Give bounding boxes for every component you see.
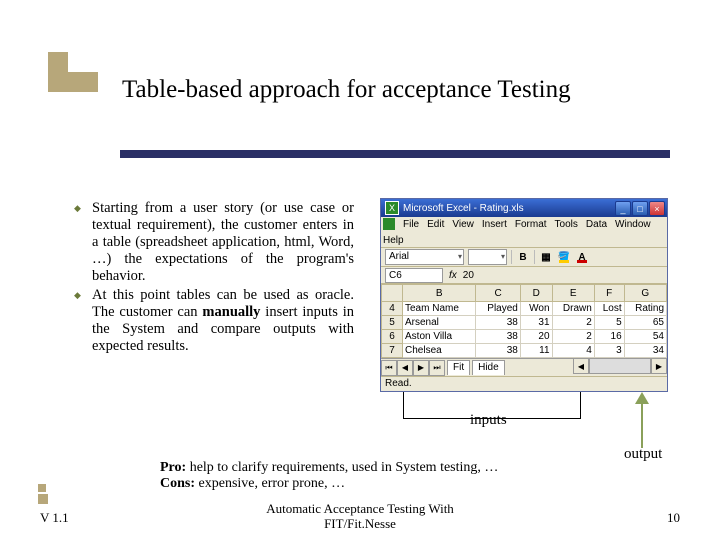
pro-line: Pro: help to clarify requirements, used … (160, 460, 590, 476)
bullet-item: Starting from a user story (or use case … (74, 200, 354, 285)
tab-nav-prev-icon: ◀ (397, 360, 413, 376)
excel-titlebar: X Microsoft Excel - Rating.xls _ □ × (381, 199, 667, 217)
minimize-icon: _ (615, 201, 631, 216)
col-header: D (520, 285, 552, 302)
cell: 65 (624, 316, 666, 330)
name-box: C6 (385, 268, 443, 283)
cons-label: Cons: (160, 476, 195, 491)
sheet-tab: Fit (447, 360, 470, 375)
excel-status-bar: Read. (381, 376, 667, 391)
slide-number: 10 (667, 510, 680, 526)
menu-insert: Insert (482, 219, 507, 230)
cell: 16 (594, 330, 624, 344)
excel-menubar: File Edit View Insert Format Tools Data … (381, 217, 667, 248)
borders-icon: ▦ (539, 252, 553, 263)
bullet-text: At this point tables can be used as orac… (92, 287, 354, 354)
cell: Drawn (552, 302, 594, 316)
font-color-icon: A (575, 250, 589, 264)
cell: Aston Villa (403, 330, 476, 344)
bullet-item: At this point tables can be used as orac… (74, 287, 354, 355)
cell: Played (476, 302, 520, 316)
menu-help: Help (383, 235, 404, 246)
cell: 38 (476, 344, 520, 358)
row-header: 4 (382, 302, 403, 316)
cons-text: expensive, error prone, … (195, 476, 345, 491)
font-size-combo (468, 249, 507, 265)
pro-text: help to clarify requirements, used in Sy… (186, 460, 498, 475)
maximize-icon: □ (632, 201, 648, 216)
cell: 11 (520, 344, 552, 358)
scroll-right-icon: ▶ (651, 359, 667, 374)
close-icon: × (649, 201, 665, 216)
bold-button-icon: B (516, 252, 530, 263)
cell: Lost (594, 302, 624, 316)
menu-format: Format (515, 219, 547, 230)
cell: 2 (552, 330, 594, 344)
cell: Arsenal (403, 316, 476, 330)
excel-grid: B C D E F G 4 Team Name Played Won Drawn… (381, 284, 667, 358)
col-header (382, 285, 403, 302)
scroll-left-icon: ◀ (573, 359, 589, 374)
menu-view: View (452, 219, 474, 230)
excel-app-icon: X (385, 201, 399, 215)
font-combo: Arial (385, 249, 464, 265)
bullet-list: Starting from a user story (or use case … (74, 200, 354, 357)
cell: 34 (624, 344, 666, 358)
excel-formatting-toolbar: Arial B ▦ 🪣 A (381, 248, 667, 267)
excel-window-title: Microsoft Excel - Rating.xls (403, 203, 524, 214)
pro-label: Pro: (160, 460, 186, 475)
cell: 31 (520, 316, 552, 330)
cell: Rating (624, 302, 666, 316)
cons-line: Cons: expensive, error prone, … (160, 476, 590, 492)
output-arrow-icon (635, 392, 649, 448)
cell: 20 (520, 330, 552, 344)
excel-formula-bar: C6 fx 20 (381, 267, 667, 284)
scroll-track (589, 359, 651, 374)
cell: 2 (552, 316, 594, 330)
cell: 4 (552, 344, 594, 358)
cell: Won (520, 302, 552, 316)
cell: 3 (594, 344, 624, 358)
title-underline (120, 150, 670, 158)
row-header: 5 (382, 316, 403, 330)
excel-doc-icon (383, 218, 395, 230)
excel-screenshot: X Microsoft Excel - Rating.xls _ □ × Fil… (380, 198, 668, 392)
tab-nav-first-icon: ⏮ (381, 360, 397, 376)
bullet-text: Starting from a user story (or use case … (92, 200, 354, 284)
pros-cons-block: Pro: help to clarify requirements, used … (160, 460, 590, 492)
slide-title: Table-based approach for acceptance Test… (122, 76, 571, 104)
menu-tools: Tools (555, 219, 578, 230)
col-header: F (594, 285, 624, 302)
footer-title: Automatic Acceptance Testing With FIT/Fi… (0, 502, 720, 532)
cell: 54 (624, 330, 666, 344)
col-header: E (552, 285, 594, 302)
col-header: C (476, 285, 520, 302)
sheet-tab: Hide (472, 360, 505, 375)
excel-sheet-tabs: ⏮ ◀ ▶ ⏭ Fit Hide ◀ ▶ (381, 358, 667, 376)
cell: Team Name (403, 302, 476, 316)
output-label: output (624, 446, 662, 463)
cell: 38 (476, 316, 520, 330)
fill-color-icon: 🪣 (557, 250, 571, 264)
cell: Chelsea (403, 344, 476, 358)
col-header: G (624, 285, 666, 302)
fx-icon: fx (449, 270, 457, 281)
cell: 5 (594, 316, 624, 330)
col-header: B (403, 285, 476, 302)
formula-value: 20 (463, 270, 474, 281)
menu-edit: Edit (427, 219, 444, 230)
menu-data: Data (586, 219, 607, 230)
menu-file: File (403, 219, 419, 230)
tab-nav-last-icon: ⏭ (429, 360, 445, 376)
row-header: 7 (382, 344, 403, 358)
cell: 38 (476, 330, 520, 344)
inputs-label: inputs (470, 412, 507, 429)
menu-window: Window (615, 219, 651, 230)
row-header: 6 (382, 330, 403, 344)
tab-nav-next-icon: ▶ (413, 360, 429, 376)
footer-decoration (38, 482, 48, 504)
